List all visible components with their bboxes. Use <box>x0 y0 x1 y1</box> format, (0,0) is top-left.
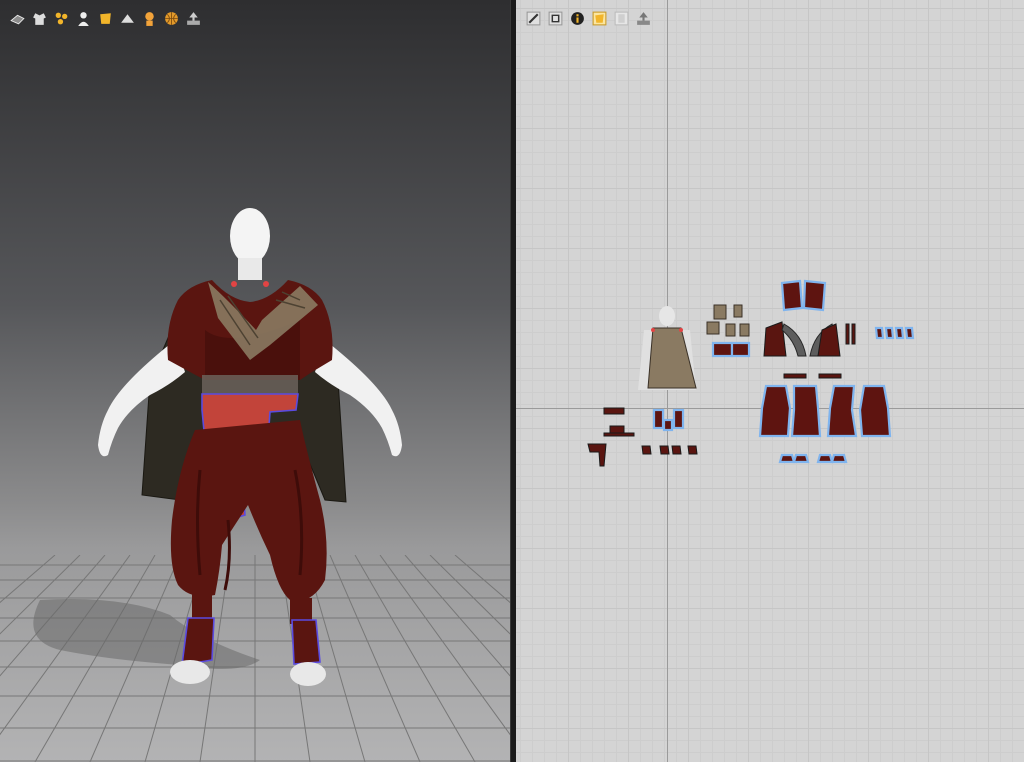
pattern-piece-front-yoke[interactable] <box>780 279 804 312</box>
display-mode-icon[interactable] <box>118 9 136 27</box>
pattern-piece-boot-tab[interactable] <box>687 445 698 455</box>
texture-display-icon[interactable] <box>96 9 114 27</box>
pattern-piece-pants-front-left[interactable] <box>758 384 792 438</box>
pattern-piece-boot-tab[interactable] <box>659 445 670 455</box>
pattern-piece-sash-tail[interactable] <box>587 443 607 467</box>
pattern-piece-pants-cuff[interactable] <box>816 453 834 464</box>
pattern-piece-strap[interactable] <box>783 373 807 379</box>
pattern-piece-collar[interactable] <box>725 323 736 337</box>
pattern-piece-pants-cuff[interactable] <box>792 453 810 464</box>
info-icon[interactable] <box>568 9 586 27</box>
pattern-piece-sash[interactable] <box>603 407 625 415</box>
pattern-piece-band[interactable] <box>730 341 751 358</box>
pattern-piece-pants-back-left[interactable] <box>790 384 822 438</box>
pattern-piece-cuff[interactable] <box>845 323 850 345</box>
pattern-piece-cuff[interactable] <box>851 323 856 345</box>
pattern-piece-strap[interactable] <box>818 373 842 379</box>
avatar-with-garment[interactable] <box>0 0 510 762</box>
pattern-piece-pants-back-right[interactable] <box>858 384 892 438</box>
3d-toolbar <box>8 9 202 27</box>
pattern-piece-collar[interactable] <box>733 304 743 318</box>
pattern-piece-band[interactable] <box>711 341 734 358</box>
2d-pattern-window[interactable] <box>516 0 1024 762</box>
pattern-piece-pants-cuff[interactable] <box>830 453 848 464</box>
pattern-display-icon[interactable] <box>612 9 630 27</box>
avatar-foot-right <box>290 662 326 686</box>
pattern-piece-boot-tab[interactable] <box>671 445 682 455</box>
avatar-foot-left <box>170 660 210 684</box>
avatar-display-icon[interactable] <box>74 9 92 27</box>
transform-pattern-icon[interactable] <box>546 9 564 27</box>
pattern-piece-pants-cuff[interactable] <box>778 453 796 464</box>
pattern-piece-boot[interactable] <box>672 408 685 430</box>
pattern-piece-back-yoke[interactable] <box>802 279 827 312</box>
pattern-piece-boot[interactable] <box>662 418 674 432</box>
pattern-piece-collar[interactable] <box>706 321 720 335</box>
pattern-piece-small[interactable] <box>884 326 895 340</box>
pattern-piece-small[interactable] <box>904 326 915 340</box>
3d-garment-window[interactable] <box>0 0 510 762</box>
texture-icon[interactable] <box>590 9 608 27</box>
garment-display-icon[interactable] <box>30 9 48 27</box>
2d-toolbar <box>524 9 652 27</box>
pattern-piece-small[interactable] <box>874 326 885 340</box>
pattern-piece-boot-tab[interactable] <box>641 445 652 455</box>
avatar-neck <box>238 258 262 280</box>
pattern-piece-collar[interactable] <box>713 304 727 320</box>
skin-icon[interactable] <box>140 9 158 27</box>
pattern-pieces <box>587 279 915 467</box>
clo3d-app <box>0 0 1024 762</box>
pin-marker <box>231 281 237 287</box>
pattern-piece-boot[interactable] <box>652 408 665 430</box>
pin-marker <box>263 281 269 287</box>
simulation-icon[interactable] <box>8 9 26 27</box>
avatar-shadow <box>33 599 261 669</box>
export-icon[interactable] <box>634 9 652 27</box>
boot-right <box>291 619 321 665</box>
pattern-piece-sash[interactable] <box>603 432 635 437</box>
pattern-piece-collar[interactable] <box>739 323 750 337</box>
export-icon[interactable] <box>184 9 202 27</box>
edit-pattern-icon[interactable] <box>524 9 542 27</box>
pants <box>170 420 327 601</box>
pattern-piece-small[interactable] <box>894 326 905 340</box>
waist-band <box>202 375 298 395</box>
pattern-piece-pants-front-right[interactable] <box>826 384 858 438</box>
pin-icon[interactable] <box>52 9 70 27</box>
avatar-head <box>230 208 270 264</box>
pattern-piece-sleeve-right[interactable] <box>817 323 841 357</box>
boot-left <box>181 617 215 666</box>
globe-icon[interactable] <box>162 9 180 27</box>
